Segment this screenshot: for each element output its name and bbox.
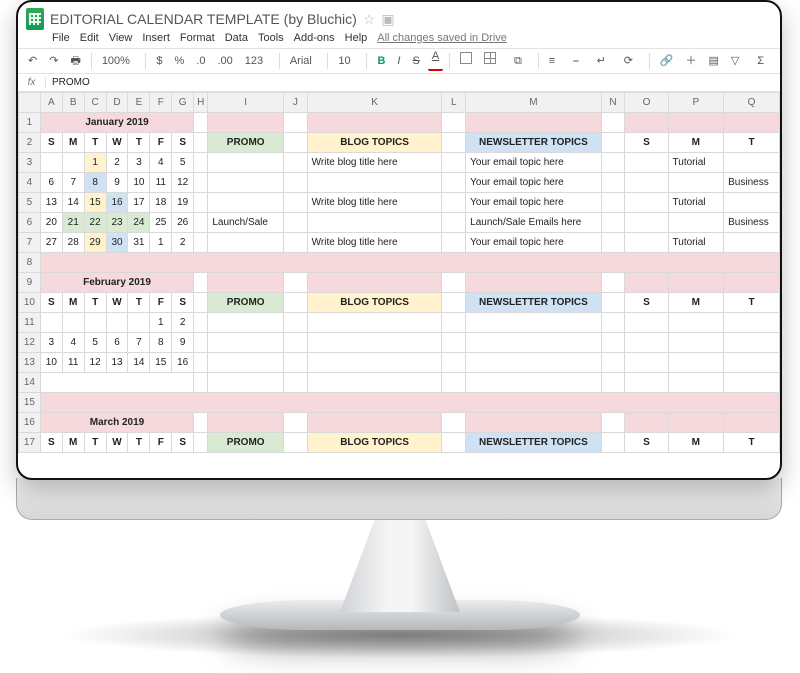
col-J[interactable]: J [284,93,308,113]
news-header[interactable]: NEWSLETTER TOPICS [466,133,602,153]
redo-button[interactable]: ↷ [45,51,62,71]
menu-addons[interactable]: Add-ons [294,32,335,44]
save-status: All changes saved in Drive [377,32,507,44]
fx-label: fx [18,77,46,88]
menu-help[interactable]: Help [345,32,368,44]
col-K[interactable]: K [307,93,442,113]
month-title-feb[interactable]: February 2019 [40,273,193,293]
menubar: File Edit View Insert Format Data Tools … [18,30,780,48]
col-E[interactable]: E [128,93,150,113]
col-N[interactable]: N [601,93,625,113]
functions-button[interactable]: Σ [753,51,774,71]
undo-button[interactable]: ↶ [24,51,41,71]
menu-file[interactable]: File [52,32,70,44]
col-D[interactable]: D [106,93,128,113]
col-P[interactable]: P [668,93,724,113]
menu-insert[interactable]: Insert [142,32,170,44]
col-O[interactable]: O [625,93,668,113]
row-2[interactable]: 2 [19,133,41,153]
italic-button[interactable]: I [393,51,404,71]
fill-color-button[interactable] [456,51,476,71]
month-title-mar[interactable]: March 2019 [40,413,193,433]
filter-button[interactable]: ▽ [727,51,749,71]
chart-button[interactable]: ▤ [705,51,723,71]
fx-value[interactable]: PROMO [46,77,90,88]
document-title[interactable]: EDITORIAL CALENDAR TEMPLATE (by Bluchic) [50,11,357,27]
formula-bar: fx PROMO [18,74,780,92]
google-sheets-app: EDITORIAL CALENDAR TEMPLATE (by Bluchic)… [18,2,780,478]
col-A[interactable]: A [40,93,62,113]
font-size[interactable]: 10 [334,51,360,71]
col-B[interactable]: B [62,93,84,113]
spreadsheet-grid[interactable]: A B C D E F G H I J K L M N O P Q 1 Janu… [18,92,780,480]
strike-button[interactable]: S [408,51,423,71]
col-header-row: A B C D E F G H I J K L M N O P Q [19,93,780,113]
col-M[interactable]: M [466,93,602,113]
col-F[interactable]: F [150,93,172,113]
number-format[interactable]: 123 [241,51,273,71]
sheets-icon[interactable] [26,8,44,30]
titlebar: EDITORIAL CALENDAR TEMPLATE (by Bluchic)… [18,2,780,30]
rotate-button[interactable]: ⟳ [620,51,643,71]
font-select[interactable]: Arial [286,51,322,71]
format-currency[interactable]: $ [152,51,166,71]
menu-edit[interactable]: Edit [80,32,99,44]
print-button[interactable]: 🖶 [66,51,84,71]
decrease-decimal[interactable]: .0 [192,51,209,71]
col-H[interactable]: H [194,93,208,113]
col-C[interactable]: C [84,93,106,113]
link-button[interactable]: 🔗 [656,51,678,71]
promo-header[interactable]: PROMO [208,133,284,153]
menu-format[interactable]: Format [180,32,215,44]
format-percent[interactable]: % [171,51,189,71]
row-1[interactable]: 1 [19,113,41,133]
menu-tools[interactable]: Tools [258,32,284,44]
col-I[interactable]: I [208,93,284,113]
menu-data[interactable]: Data [225,32,248,44]
col-Q[interactable]: Q [724,93,780,113]
blog-header[interactable]: BLOG TOPICS [307,133,442,153]
col-L[interactable]: L [442,93,466,113]
halign-button[interactable]: ≡ [545,51,565,71]
wrap-button[interactable]: ↵ [593,51,616,71]
folder-icon[interactable]: ▣ [381,11,394,28]
borders-button[interactable] [480,51,506,71]
text-color-button[interactable]: A [428,51,443,71]
col-G[interactable]: G [172,93,194,113]
toolbar: ↶ ↷ 🖶 100% $ % .0 .00 123 Arial 10 B I S… [18,48,780,74]
star-icon[interactable]: ☆ [363,11,376,28]
merge-button[interactable]: ⧉ [510,51,532,71]
bold-button[interactable]: B [373,51,389,71]
monitor-frame: EDITORIAL CALENDAR TEMPLATE (by Bluchic)… [16,0,782,480]
comment-button[interactable]: ＋ [682,51,701,71]
menu-view[interactable]: View [109,32,133,44]
zoom-select[interactable]: 100% [98,51,140,71]
month-title-jan[interactable]: January 2019 [40,113,193,133]
increase-decimal[interactable]: .00 [213,51,236,71]
valign-button[interactable]: ⎯ [569,51,588,71]
